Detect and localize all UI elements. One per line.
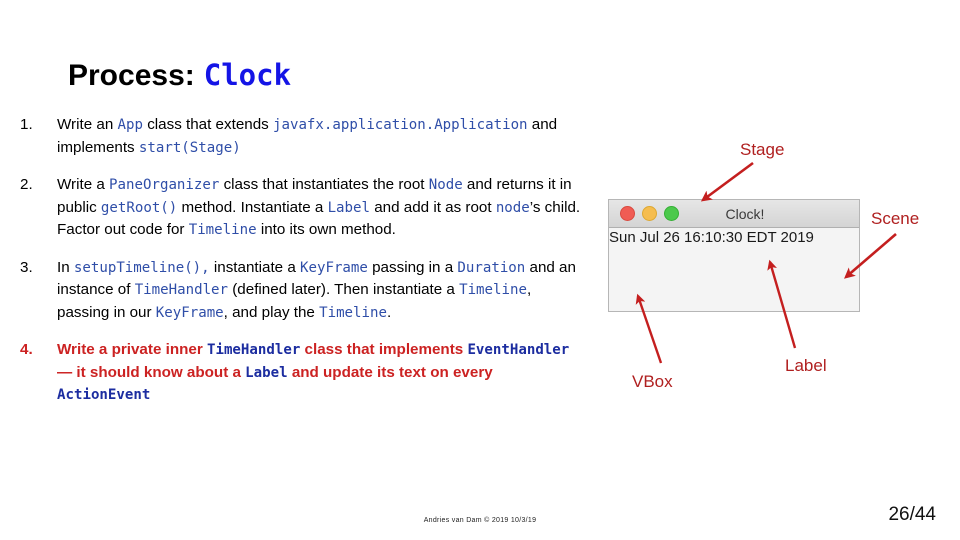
list-item-number: 2. <box>20 176 33 193</box>
list-item-number: 1. <box>20 116 33 133</box>
code-token: javafx.application.Application <box>272 117 528 133</box>
text-run: Write an <box>57 116 118 133</box>
list-item-number: 4. <box>20 341 33 358</box>
code-token: Timeline <box>459 282 527 298</box>
code-token: TimeHandler <box>206 342 301 358</box>
code-token: KeyFrame <box>300 259 368 276</box>
code-token: Duration <box>457 259 526 276</box>
code-token: node <box>495 199 530 216</box>
text-run: In <box>57 258 74 276</box>
footer-credit: Andries van Dam © 2019 10/3/19 <box>423 517 537 524</box>
list-item-number: 3. <box>20 258 33 276</box>
text-run: into its own method. <box>256 221 396 238</box>
code-token: getRoot() <box>100 199 178 216</box>
code-token: Timeline <box>319 304 387 321</box>
annotation-scene: Scene <box>871 209 920 228</box>
code-token: ActionEvent <box>57 387 151 403</box>
text-run: . <box>386 303 392 321</box>
text-run: instantiate a <box>209 258 300 276</box>
list-item: 2. Write a PaneOrganizer class that insta… <box>16 174 582 242</box>
text-run: class that implements <box>300 341 468 358</box>
page-number: 26/44 <box>888 504 936 525</box>
code-token: Node <box>428 177 463 193</box>
text-run: and add it as root <box>370 198 496 216</box>
code-token: Label <box>327 199 370 216</box>
list-item-text: In setupTimeline(), instantiate a KeyFra… <box>57 257 582 325</box>
zoom-button-icon[interactable] <box>664 206 679 221</box>
text-run: Write a private inner <box>57 341 207 358</box>
text-run: Write a <box>57 176 110 193</box>
code-token: KeyFrame <box>155 304 224 321</box>
text-run: — it should know about a <box>57 363 246 381</box>
text-run: (defined later). Then instantiate a <box>228 281 460 298</box>
annotation-vbox: VBox <box>632 372 673 391</box>
text-run: and update its text on every <box>287 363 493 381</box>
page-title-prefix: Process: <box>68 59 195 92</box>
list-item-text: Write a PaneOrganizer class that instant… <box>57 174 582 242</box>
clock-time-label: Sun Jul 26 16:10:30 EDT 2019 <box>609 229 814 246</box>
steps-list: 1. Write an App class that extends javafx… <box>16 114 582 422</box>
clock-app-window: Clock! Sun Jul 26 16:10:30 EDT 2019 <box>608 199 860 312</box>
window-content-vbox: Sun Jul 26 16:10:30 EDT 2019 <box>609 228 859 311</box>
text-run: , and play the <box>223 303 320 321</box>
list-item: 3. In setupTimeline(), instantiate a KeyF… <box>16 257 582 325</box>
list-item: 4. Write a private inner TimeHandler clas… <box>16 339 582 407</box>
stage-arrow <box>700 161 754 202</box>
window-titlebar: Clock! <box>609 200 859 228</box>
text-run: method. Instantiate a <box>177 198 328 216</box>
text-run: class that instantiates the root <box>219 176 429 193</box>
code-token: PaneOrganizer <box>109 177 220 193</box>
code-token: App <box>117 117 143 133</box>
code-token: Label <box>245 364 288 381</box>
code-token: start(Stage) <box>138 139 241 156</box>
text-run: class that extends <box>142 116 273 133</box>
list-item-text: Write an App class that extends javafx.a… <box>57 114 582 159</box>
code-token: TimeHandler <box>134 282 229 298</box>
page-title-code: Clock <box>203 58 292 92</box>
close-button-icon[interactable] <box>620 206 635 221</box>
code-token: Timeline <box>188 222 257 238</box>
page-title: Process: Clock <box>68 58 291 93</box>
list-item: 1. Write an App class that extends javafx… <box>16 114 582 159</box>
text-run: passing in a <box>367 258 458 276</box>
code-token: setupTimeline(), <box>73 259 210 276</box>
code-token: EventHandler <box>467 342 570 358</box>
annotation-stage: Stage <box>740 140 785 159</box>
list-item-text: Write a private inner TimeHandler class … <box>57 339 582 407</box>
annotation-label: Label <box>785 356 827 375</box>
slide-canvas: Process: Clock 1. Write an App class that … <box>0 0 960 540</box>
minimize-button-icon[interactable] <box>642 206 657 221</box>
